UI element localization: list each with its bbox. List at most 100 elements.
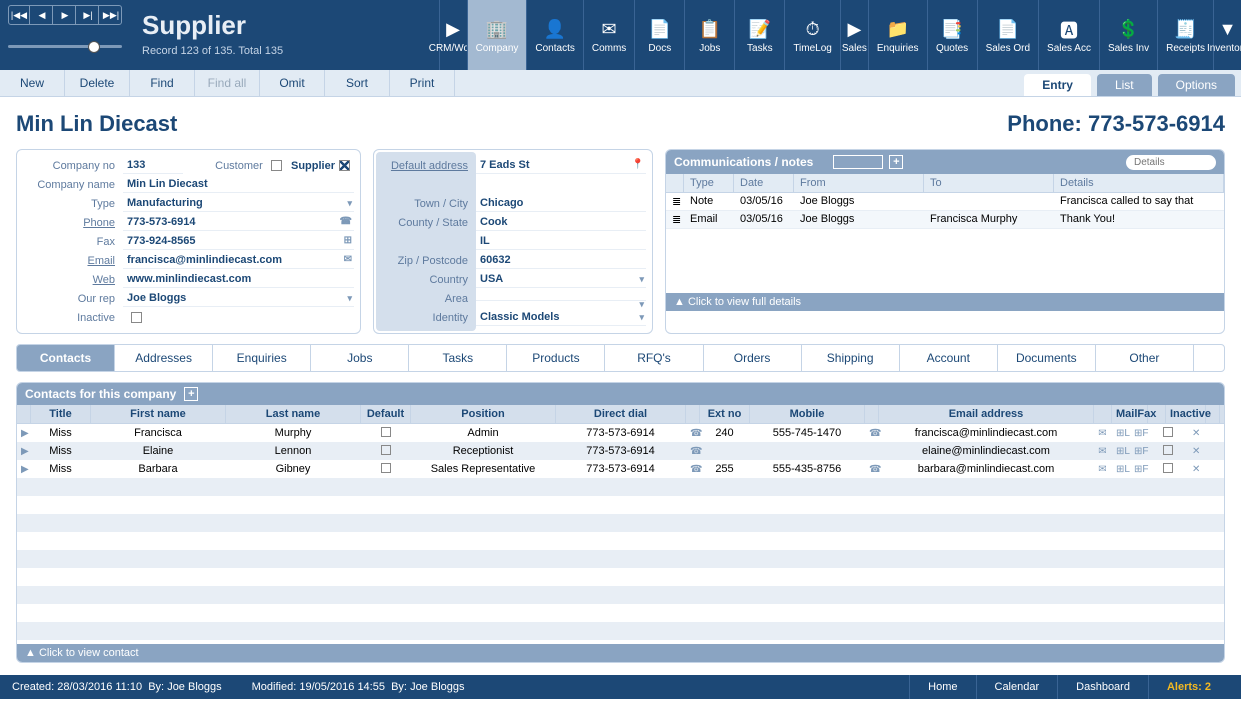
comms-panel: Communications / notes + Type Date From …	[665, 149, 1225, 334]
top-tab-salesord[interactable]: 📄Sales Ord	[977, 0, 1038, 70]
customer-checkbox[interactable]	[271, 160, 282, 171]
top-tab-inventory[interactable]: ▼Inventory	[1213, 0, 1241, 70]
subtab-orders[interactable]: Orders	[704, 345, 802, 371]
phone-field[interactable]: 773-573-6914☎	[123, 214, 354, 231]
nav-next-icon[interactable]: ▶	[55, 6, 76, 24]
fax-field[interactable]: 773-924-8565⊞	[123, 233, 354, 250]
contacts-grid-title: Contacts for this company	[25, 387, 176, 401]
phone-icon: ☎	[340, 216, 352, 227]
nav-last-icon[interactable]: ▶▶|	[101, 6, 121, 24]
comms-expand-button[interactable]: ▲ Click to view full details	[666, 293, 1224, 311]
company-no-field[interactable]: 133	[123, 157, 183, 174]
new-button[interactable]: New	[0, 70, 65, 96]
subtab-addresses[interactable]: Addresses	[115, 345, 213, 371]
county-field[interactable]: Cook	[476, 214, 646, 231]
plus-icon: ⊞	[344, 235, 352, 246]
comm-row[interactable]: ≣Email03/05/16Joe BloggsFrancisca Murphy…	[666, 211, 1224, 229]
subtab-documents[interactable]: Documents	[998, 345, 1096, 371]
add-comm-button[interactable]: +	[889, 155, 903, 169]
chevron-down-icon: ▾	[639, 274, 644, 285]
identity-field[interactable]: Classic Models▾	[476, 309, 646, 326]
subtab-products[interactable]: Products	[507, 345, 605, 371]
top-tab-timelog[interactable]: ⏱TimeLog	[784, 0, 840, 70]
dashboard-button[interactable]: Dashboard	[1057, 675, 1148, 699]
top-tab-receipts[interactable]: 🧾Receipts	[1157, 0, 1213, 70]
chevron-down-icon: ▾	[639, 312, 644, 323]
inactive-checkbox[interactable]	[131, 312, 142, 323]
type-field[interactable]: Manufacturing▾	[123, 195, 354, 212]
delete-button[interactable]: Delete	[65, 70, 130, 96]
comms-filter-field[interactable]	[833, 155, 883, 169]
comms-title: Communications / notes	[674, 155, 813, 169]
subtab-other[interactable]: Other	[1096, 345, 1194, 371]
omit-button[interactable]: Omit	[260, 70, 325, 96]
top-tab-comms[interactable]: ✉Comms	[583, 0, 634, 70]
company-name-field[interactable]: Min Lin Diecast	[123, 176, 354, 193]
tab-options[interactable]: Options	[1158, 74, 1235, 96]
contacts-expand-button[interactable]: ▲ Click to view contact	[17, 644, 1224, 662]
top-tab-crmwork[interactable]: ▶CRM/Work	[439, 0, 467, 70]
chevron-down-icon: ▾	[347, 198, 352, 209]
calendar-button[interactable]: Calendar	[976, 675, 1058, 699]
country-field[interactable]: USA▾	[476, 271, 646, 288]
subtab-tasks[interactable]: Tasks	[409, 345, 507, 371]
top-tab-docs[interactable]: 📄Docs	[634, 0, 684, 70]
toolbar: New Delete Find Find all Omit Sort Print…	[0, 70, 1241, 97]
nav-prev-icon[interactable]: ◀	[32, 6, 53, 24]
chevron-down-icon: ▾	[347, 293, 352, 304]
record-counter: Record 123 of 135. Total 135	[142, 45, 348, 57]
record-nav: |◀◀ ◀ ▶ ▶| ▶▶|	[0, 0, 130, 70]
status-bar: Created: 28/03/2016 11:10 By: Joe Bloggs…	[0, 675, 1241, 699]
print-button[interactable]: Print	[390, 70, 455, 96]
supplier-checkbox[interactable]	[339, 160, 350, 171]
subtab-contacts[interactable]: Contacts	[17, 345, 115, 371]
pin-icon: 📍	[632, 159, 644, 170]
subtab-blank[interactable]	[1194, 345, 1224, 371]
rep-field[interactable]: Joe Bloggs▾	[123, 290, 354, 307]
company-panel: Company no 133 Customer Supplier Company…	[16, 149, 361, 334]
contact-row[interactable]: ▶MissBarbaraGibneySales Representative77…	[17, 460, 1224, 478]
company-name-heading: Min Lin Diecast	[16, 111, 177, 137]
street-field[interactable]: 7 Eads St📍	[476, 157, 646, 174]
top-tab-sales[interactable]: ▶Sales	[840, 0, 868, 70]
contacts-grid: Contacts for this company + Title First …	[16, 382, 1225, 663]
add-contact-button[interactable]: +	[184, 387, 198, 401]
top-tab-tasks[interactable]: 📝Tasks	[734, 0, 784, 70]
phone-heading: Phone: 773-573-6914	[1007, 111, 1225, 137]
subtab-enquiries[interactable]: Enquiries	[213, 345, 311, 371]
top-tab-enquiries[interactable]: 📁Enquiries	[868, 0, 927, 70]
find-all-button[interactable]: Find all	[195, 70, 260, 96]
zip-field[interactable]: 60632	[476, 252, 646, 269]
contact-row[interactable]: ▶MissFranciscaMurphyAdmin773-573-6914☎24…	[17, 424, 1224, 442]
address-panel: Default address7 Eads St📍 Town / CityChi…	[373, 149, 653, 334]
module-title: Supplier	[142, 10, 348, 41]
contact-row[interactable]: ▶MissElaineLennonReceptionist773-573-691…	[17, 442, 1224, 460]
tab-entry[interactable]: Entry	[1024, 74, 1091, 96]
find-button[interactable]: Find	[130, 70, 195, 96]
top-tab-contacts[interactable]: 👤Contacts	[526, 0, 582, 70]
state-field[interactable]: IL	[476, 233, 646, 250]
comms-search-input[interactable]	[1126, 155, 1216, 170]
record-slider[interactable]	[8, 41, 122, 51]
top-tab-quotes[interactable]: 📑Quotes	[927, 0, 977, 70]
subtab-rfqs[interactable]: RFQ's	[605, 345, 703, 371]
subtab-account[interactable]: Account	[900, 345, 998, 371]
top-tab-jobs[interactable]: 📋Jobs	[684, 0, 734, 70]
email-field[interactable]: francisca@minlindiecast.com✉	[123, 252, 354, 269]
town-field[interactable]: Chicago	[476, 195, 646, 212]
area-field[interactable]: ▾	[476, 296, 646, 301]
web-field[interactable]: www.minlindiecast.com	[123, 271, 354, 288]
detail-tabs: ContactsAddressesEnquiriesJobsTasksProdu…	[16, 344, 1225, 372]
top-tab-salesacc[interactable]: 🅰Sales Acc	[1038, 0, 1099, 70]
sort-button[interactable]: Sort	[325, 70, 390, 96]
subtab-jobs[interactable]: Jobs	[311, 345, 409, 371]
comm-row[interactable]: ≣Note03/05/16Joe BloggsFrancisca called …	[666, 193, 1224, 211]
subtab-shipping[interactable]: Shipping	[802, 345, 900, 371]
tab-list[interactable]: List	[1097, 74, 1152, 96]
nav-next2-icon[interactable]: ▶|	[78, 6, 99, 24]
alerts-button[interactable]: Alerts: 2	[1148, 675, 1229, 699]
home-button[interactable]: Home	[909, 675, 975, 699]
nav-first-icon[interactable]: |◀◀	[9, 6, 30, 24]
top-tab-salesinv[interactable]: 💲Sales Inv	[1099, 0, 1157, 70]
top-tab-company[interactable]: 🏢Company	[467, 0, 527, 70]
